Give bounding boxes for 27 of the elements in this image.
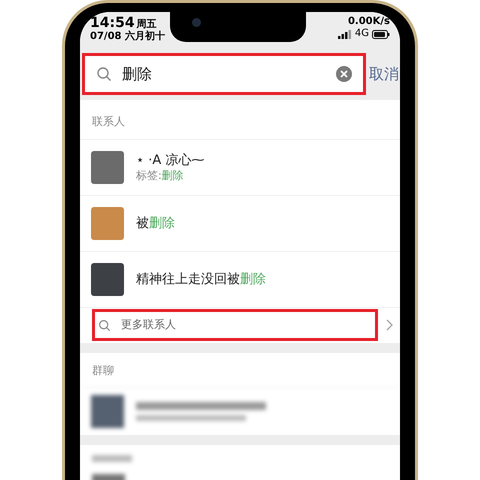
contact-row[interactable]: ⋆ ·A 凉心⁓ 标签:删除 bbox=[80, 138, 400, 194]
avatar-placeholder bbox=[91, 206, 124, 240]
clear-icon[interactable] bbox=[336, 66, 352, 82]
search-icon bbox=[96, 66, 112, 82]
search-icon bbox=[98, 318, 111, 332]
contact-name: 被删除 bbox=[136, 214, 175, 232]
contact-row[interactable]: 被删除 bbox=[80, 194, 400, 250]
section-title: 联系人 bbox=[91, 114, 126, 130]
battery-icon bbox=[372, 30, 390, 38]
camera-icon bbox=[192, 18, 201, 27]
network-speed: 0.00K/s bbox=[348, 15, 390, 28]
status-time: 14:54 bbox=[90, 15, 135, 31]
avatar-placeholder bbox=[91, 262, 124, 296]
more-contacts-link[interactable]: 更多联系人 bbox=[121, 316, 176, 334]
avatar-placeholder bbox=[91, 150, 124, 184]
contact-row[interactable]: 精神往上走没回被删除 bbox=[80, 250, 400, 306]
contact-tag: 标签:删除 bbox=[136, 168, 184, 182]
status-date: 07/08 六月初十 bbox=[90, 31, 165, 43]
network-type: 4G bbox=[354, 28, 369, 40]
cancel-button[interactable]: 取消 bbox=[368, 62, 400, 86]
status-weekday: 周五 bbox=[136, 19, 157, 30]
contact-name: ⋆ ·A 凉心⁓ bbox=[136, 152, 204, 168]
section-title: 群聊 bbox=[91, 362, 115, 378]
contact-name: 精神往上走没回被删除 bbox=[136, 270, 266, 288]
signal-icon bbox=[338, 30, 352, 38]
chevron-right-icon bbox=[386, 319, 393, 331]
blurred-title bbox=[92, 455, 132, 462]
